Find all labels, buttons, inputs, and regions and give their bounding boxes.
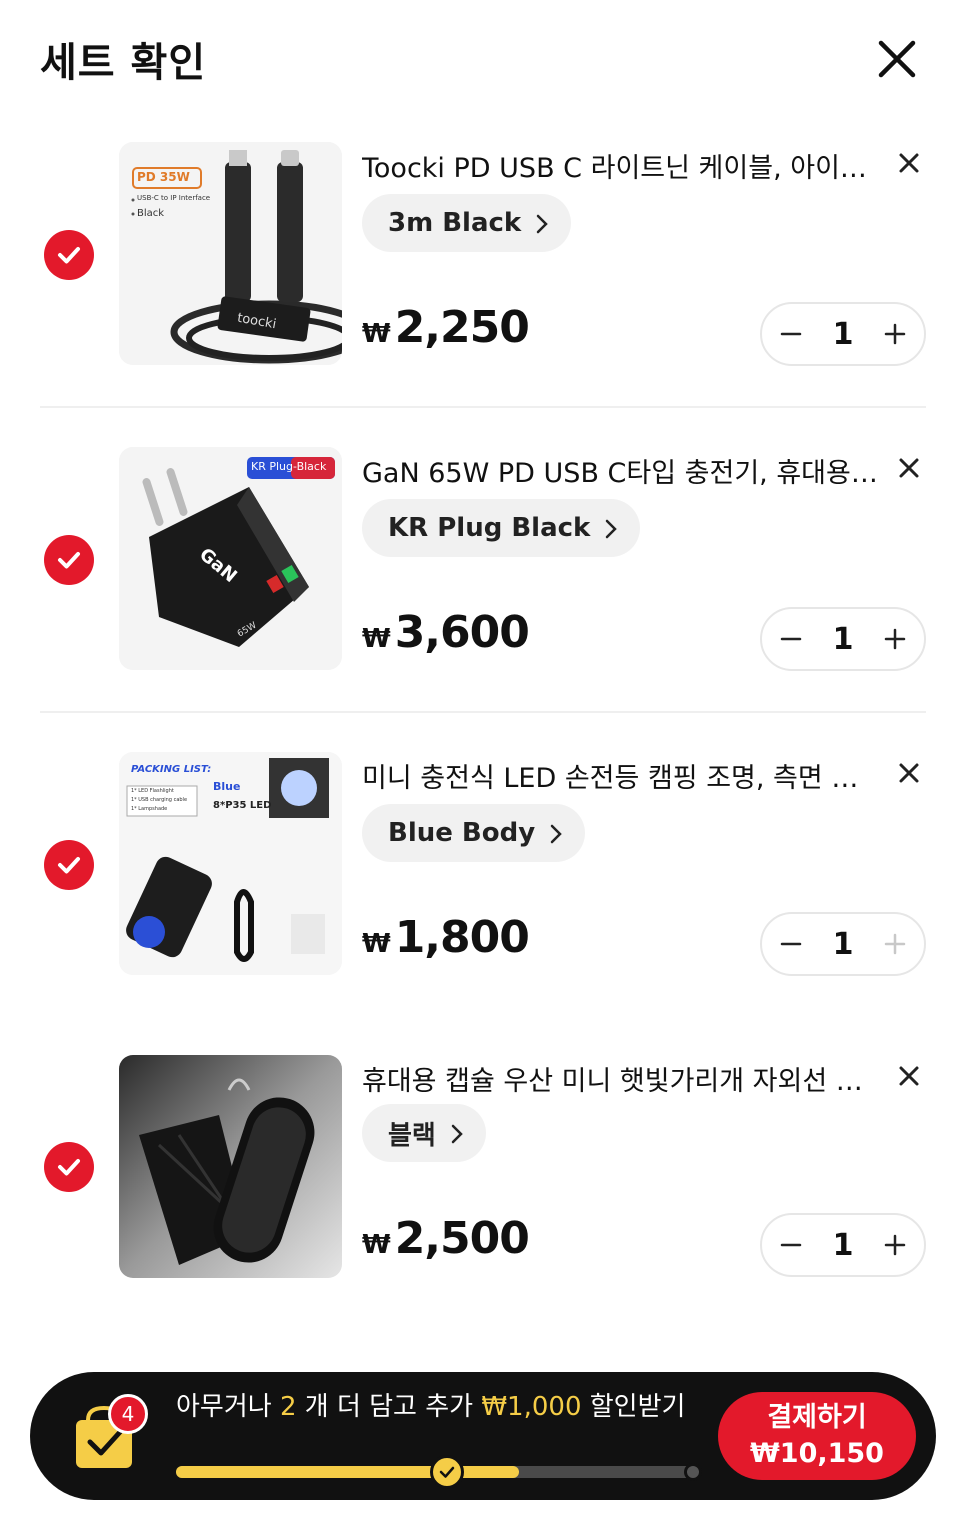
chevron-right-icon	[450, 1122, 464, 1144]
product-name[interactable]: GaN 65W PD USB C타입 충전기, 휴대용 고속 충전기	[362, 451, 882, 490]
promo-text-part: 할인받기	[581, 1392, 686, 1422]
check-icon[interactable]	[44, 535, 94, 585]
cart-item: KR Plug-Black GaN 65W GaN 65W PD USB C타입…	[0, 447, 966, 707]
cart-count-badge: 4	[108, 1394, 148, 1434]
quantity-stepper: 1	[760, 1213, 926, 1277]
currency: ₩	[362, 319, 391, 349]
currency: ₩	[362, 929, 391, 959]
divider	[40, 406, 926, 408]
image-text: 1* USB charging cable	[131, 797, 188, 803]
divider	[40, 711, 926, 713]
progress-end-marker	[684, 1463, 702, 1481]
promo-text-part: 개 더 담고 추가	[296, 1392, 482, 1422]
product-image[interactable]: KR Plug-Black GaN 65W	[119, 447, 342, 670]
quantity-stepper: 1	[760, 302, 926, 366]
progress-fill	[176, 1466, 520, 1478]
close-icon[interactable]	[894, 148, 924, 178]
quantity-stepper: 1	[760, 607, 926, 671]
option-selector[interactable]: KR Plug Black	[362, 499, 641, 557]
product-name[interactable]: 미니 충전식 LED 손전등 캠핑 조명, 측면 라이트	[362, 756, 882, 795]
close-icon[interactable]	[872, 34, 922, 84]
product-image[interactable]: PD 35W USB-C to IP Interface Black toock…	[119, 142, 342, 365]
plus-icon[interactable]	[880, 1230, 910, 1260]
close-icon[interactable]	[894, 453, 924, 483]
image-text: Blue	[213, 780, 241, 793]
image-text: 1* LED Flashlight	[131, 788, 174, 794]
option-label: 블랙	[388, 1120, 436, 1151]
check-icon	[429, 1455, 464, 1489]
quantity-value: 1	[832, 926, 854, 962]
option-selector[interactable]: Blue Body	[362, 804, 586, 862]
checkout-total: ₩10,150	[750, 1438, 884, 1469]
chevron-right-icon	[604, 517, 618, 539]
quantity-value: 1	[832, 1227, 854, 1263]
promo-count: 2	[279, 1392, 297, 1422]
page-title: 세트 확인	[40, 40, 207, 86]
plus-icon[interactable]	[880, 929, 910, 959]
product-price: ₩ 2,250	[362, 302, 530, 353]
promo-progress-bar	[176, 1455, 702, 1489]
chevron-right-icon	[535, 212, 549, 234]
minus-icon[interactable]	[776, 624, 806, 654]
price-amount: 2,250	[394, 302, 530, 353]
price-amount: 2,500	[394, 1213, 530, 1264]
option-label: 3m Black	[388, 208, 522, 238]
option-label: KR Plug Black	[388, 513, 591, 543]
plus-icon[interactable]	[880, 319, 910, 349]
promo-text-part: 아무거나	[176, 1392, 280, 1422]
image-heading: PACKING LIST:	[131, 764, 212, 775]
quantity-value: 1	[832, 621, 854, 657]
image-badge: KR Plug-Black	[251, 460, 327, 473]
image-text: USB-C to IP Interface	[137, 194, 211, 202]
checkout-label: 결제하기	[767, 1402, 867, 1433]
price-amount: 3,600	[394, 607, 530, 658]
check-icon[interactable]	[44, 1142, 94, 1192]
product-image[interactable]	[119, 1055, 342, 1278]
product-price: ₩ 3,600	[362, 607, 530, 658]
close-icon[interactable]	[894, 758, 924, 788]
option-selector[interactable]: 블랙	[362, 1104, 486, 1162]
image-badge: PD 35W	[137, 170, 190, 184]
cart-item: PACKING LIST: 1* LED Flashlight 1* USB c…	[0, 752, 966, 1012]
promo-text: 아무거나 2 개 더 담고 추가 ₩1,000 할인받기	[176, 1392, 706, 1422]
close-icon[interactable]	[894, 1061, 924, 1091]
promo-checkout-bar: 4 아무거나 2 개 더 담고 추가 ₩1,000 할인받기 결제하기 ₩10,…	[30, 1372, 936, 1500]
option-label: Blue Body	[388, 818, 536, 848]
checkout-button[interactable]: 결제하기 ₩10,150	[718, 1392, 916, 1480]
promo-discount: ₩1,000	[481, 1392, 582, 1422]
plus-icon[interactable]	[880, 624, 910, 654]
image-text: Black	[137, 208, 165, 219]
set-confirm-sheet: 세트 확인 PD 35W USB-C to IP Interface Black…	[0, 0, 966, 1530]
product-image[interactable]: PACKING LIST: 1* LED Flashlight 1* USB c…	[119, 752, 342, 975]
option-selector[interactable]: 3m Black	[362, 194, 572, 252]
minus-icon[interactable]	[776, 1230, 806, 1260]
product-name[interactable]: Toocki PD USB C 라이트닌 케이블, 아이폰 14 13 12 1…	[362, 146, 882, 185]
image-text: 8*P35 LED	[213, 800, 272, 811]
check-icon[interactable]	[44, 840, 94, 890]
product-name[interactable]: 휴대용 캡슐 우산 미니 햇빛가리개 자외선 차단 양산	[362, 1059, 882, 1098]
price-amount: 1,800	[394, 912, 530, 963]
currency: ₩	[362, 1230, 391, 1260]
image-text: 1* Lampshade	[131, 806, 168, 812]
chevron-right-icon	[549, 822, 563, 844]
product-price: ₩ 1,800	[362, 912, 530, 963]
product-price: ₩ 2,500	[362, 1213, 530, 1264]
quantity-value: 1	[832, 316, 854, 352]
cart-item: PD 35W USB-C to IP Interface Black toock…	[0, 142, 966, 402]
quantity-stepper: 1	[760, 912, 926, 976]
minus-icon[interactable]	[776, 929, 806, 959]
check-icon[interactable]	[44, 230, 94, 280]
currency: ₩	[362, 624, 391, 654]
cart-item: 휴대용 캡슐 우산 미니 햇빛가리개 자외선 차단 양산 블랙 ₩ 2,500 …	[0, 1055, 966, 1315]
minus-icon[interactable]	[776, 319, 806, 349]
